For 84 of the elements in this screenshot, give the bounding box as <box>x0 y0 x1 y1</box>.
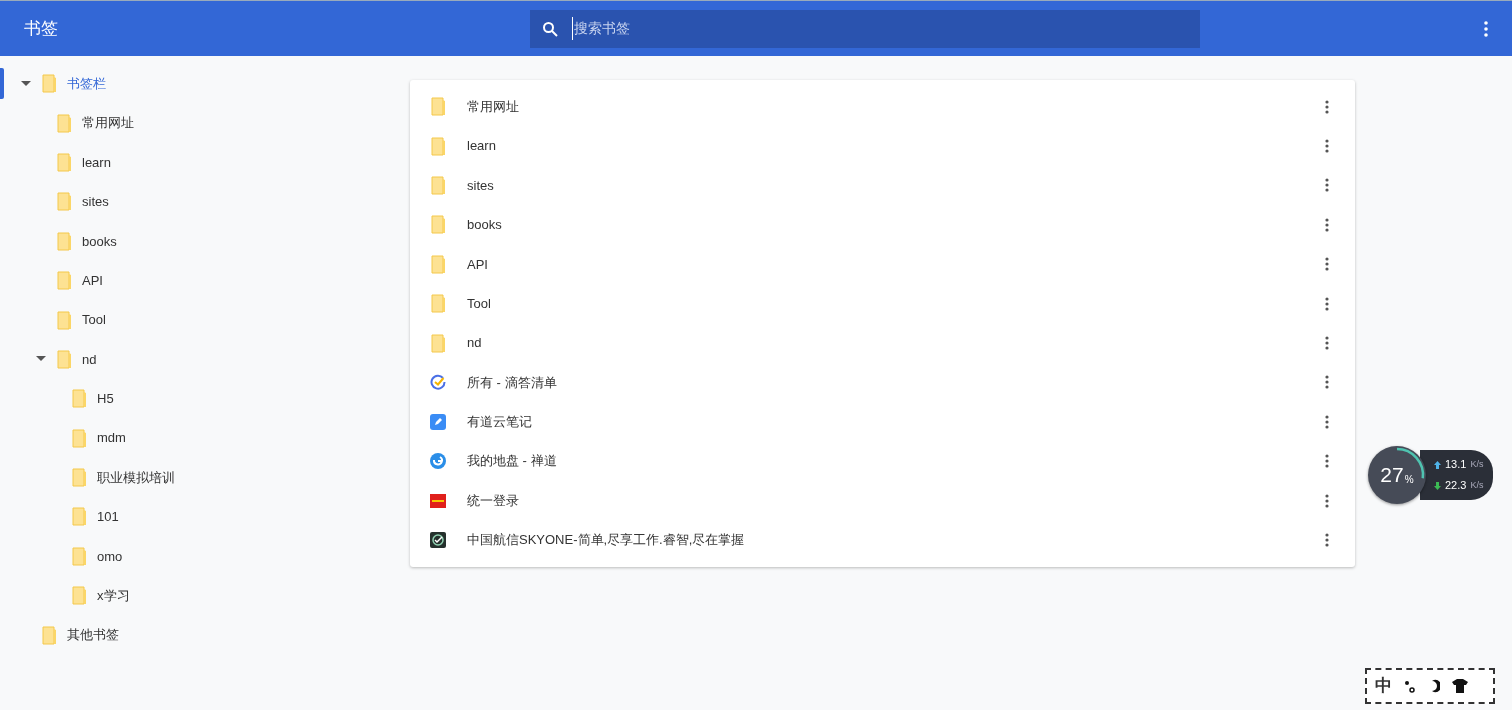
folder-icon <box>430 215 446 235</box>
upload-arrow-icon <box>1434 460 1441 469</box>
folder-icon <box>57 231 72 251</box>
folder-tree-item[interactable]: 书签栏 <box>0 64 400 104</box>
bookmark-title[interactable]: sites <box>467 175 1317 196</box>
folder-icon <box>72 507 87 527</box>
more-icon <box>1325 178 1329 193</box>
bookmark-title[interactable]: books <box>467 215 1317 235</box>
bookmark-title[interactable]: 我的地盘 - 禅道 <box>467 451 1317 471</box>
folder-icon <box>72 468 87 488</box>
folder-tree-item[interactable]: x学习 <box>0 576 400 616</box>
folder-tree-item[interactable]: 职业模拟培训 <box>0 457 400 498</box>
folder-tree-item[interactable]: sites <box>0 182 400 222</box>
folder-tree-item[interactable]: H5 <box>0 379 400 419</box>
bookmark-title[interactable]: 所有 - 滴答清单 <box>467 372 1317 393</box>
search-input[interactable]: 搜索书签 <box>572 17 1200 40</box>
speed-unit: K/s <box>1470 479 1484 492</box>
more-icon <box>1325 257 1329 272</box>
folder-icon <box>430 136 446 156</box>
more-icon <box>1325 493 1329 508</box>
folder-icon <box>430 333 446 353</box>
folder-icon <box>57 113 72 133</box>
folder-tree-item[interactable]: API <box>0 260 400 301</box>
more-icon <box>1484 20 1488 37</box>
folder-icon <box>57 310 72 330</box>
folder-tree-item[interactable]: mdm <box>0 418 400 458</box>
folder-icon <box>430 175 446 195</box>
caret-icon[interactable] <box>21 80 31 87</box>
folder-icon <box>72 586 87 606</box>
search-icon <box>542 20 558 37</box>
folder-tree-item[interactable]: 其他书签 <box>0 615 400 655</box>
download-arrow-icon <box>1434 481 1441 490</box>
folder-tree-item[interactable]: learn <box>0 142 400 183</box>
download-speed: 22.3 <box>1445 478 1467 493</box>
check-circle-icon <box>430 374 446 391</box>
gauge-logo-icon <box>430 532 446 548</box>
folder-icon <box>72 428 87 448</box>
more-icon <box>1325 139 1329 154</box>
shirt-icon[interactable] <box>1452 679 1468 693</box>
speed-unit: K/s <box>1470 458 1484 471</box>
folder-tree-item[interactable]: books <box>0 221 400 261</box>
folder-icon <box>57 271 72 291</box>
more-icon <box>1325 454 1329 469</box>
folder-icon <box>42 74 57 94</box>
bookmark-title[interactable]: learn <box>467 136 1317 156</box>
bookmark-title[interactable]: nd <box>467 333 1317 353</box>
folder-tree-item[interactable]: Tool <box>0 300 400 340</box>
more-icon <box>1325 375 1329 390</box>
punctuation-icon[interactable] <box>1404 679 1416 693</box>
more-icon <box>1325 414 1329 429</box>
folder-icon <box>72 546 87 566</box>
bookmark-title[interactable]: 常用网址 <box>467 96 1317 117</box>
folder-icon <box>57 152 72 172</box>
upload-speed: 13.1 <box>1445 457 1467 472</box>
more-icon <box>1325 296 1329 311</box>
note-app-icon <box>430 413 446 430</box>
more-icon <box>1325 99 1329 114</box>
folder-tree-item[interactable]: omo <box>0 536 400 577</box>
folder-icon <box>57 349 72 369</box>
folder-icon <box>430 254 446 274</box>
bookmark-title[interactable]: Tool <box>467 293 1317 314</box>
caret-icon[interactable] <box>36 356 46 363</box>
logo-icon <box>430 493 446 508</box>
bookmark-title[interactable]: 有道云笔记 <box>467 412 1317 432</box>
more-icon <box>1325 336 1329 351</box>
bookmark-title[interactable]: 统一登录 <box>467 490 1317 511</box>
bookmark-title[interactable]: API <box>467 254 1317 274</box>
page-title: 书签 <box>23 17 59 40</box>
folder-icon <box>42 625 57 645</box>
swirl-logo-icon <box>430 453 446 470</box>
folder-tree-item[interactable]: 101 <box>0 497 400 537</box>
more-icon <box>1325 533 1329 547</box>
folder-tree-item[interactable]: 常用网址 <box>0 103 400 143</box>
input-mode-label[interactable]: 中 <box>1375 673 1392 699</box>
folder-icon <box>430 294 446 314</box>
search-field[interactable]: 搜索书签 <box>530 9 1200 48</box>
usage-percent: 27 <box>1380 462 1404 489</box>
folder-icon <box>57 192 72 212</box>
percent-sign: % <box>1404 472 1414 487</box>
folder-tree-item[interactable]: nd <box>0 339 400 380</box>
folder-icon <box>430 97 446 117</box>
more-icon <box>1325 217 1329 232</box>
folder-icon <box>72 389 87 409</box>
bookmark-title[interactable]: 中国航信SKYONE-简单,尽享工作.睿智,尽在掌握 <box>467 530 1317 550</box>
